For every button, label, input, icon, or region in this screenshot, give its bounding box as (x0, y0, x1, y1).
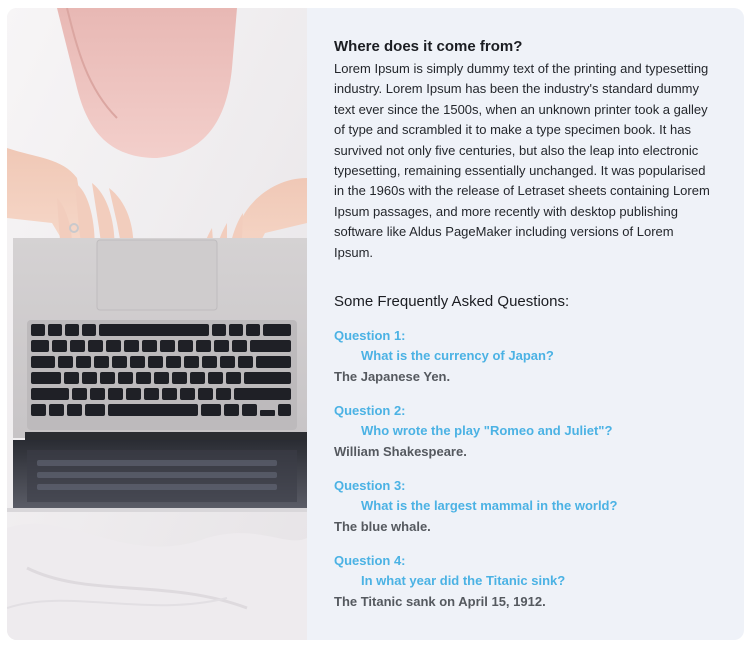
answer-text: The Titanic sank on April 15, 1912. (334, 594, 546, 610)
question-label: Question 3: (334, 478, 406, 494)
laptop-photo (7, 8, 307, 640)
answer-text: The blue whale. (334, 519, 431, 535)
faq-title: Some Frequently Asked Questions: (334, 293, 570, 311)
answer-text: The Japanese Yen. (334, 369, 451, 385)
faq-item: Question 4: In what year did the Titanic… (334, 551, 716, 612)
section-paragraph: Lorem Ipsum is simply dummy text of the … (334, 61, 710, 260)
faq-item: Question 2: Who wrote the play "Romeo an… (334, 401, 716, 462)
answer-text: William Shakespeare. (334, 444, 467, 460)
laptop-photo-illustration (7, 8, 307, 640)
question-label: Question 2: (334, 403, 406, 419)
question-text: What is the currency of Japan? (361, 348, 554, 364)
question-label: Question 4: (334, 553, 406, 569)
content-card: Where does it come from? Lorem Ipsum is … (7, 8, 744, 640)
question-text: What is the largest mammal in the world? (361, 498, 618, 514)
section-heading: Where does it come from? (334, 38, 523, 55)
question-text: Who wrote the play "Romeo and Juliet"? (361, 423, 613, 439)
text-panel: Where does it come from? Lorem Ipsum is … (307, 8, 744, 640)
faq-item: Question 3: What is the largest mammal i… (334, 476, 716, 537)
question-text: In what year did the Titanic sink? (361, 573, 566, 589)
faq-item: Question 1: What is the currency of Japa… (334, 326, 716, 387)
question-label: Question 1: (334, 328, 406, 344)
